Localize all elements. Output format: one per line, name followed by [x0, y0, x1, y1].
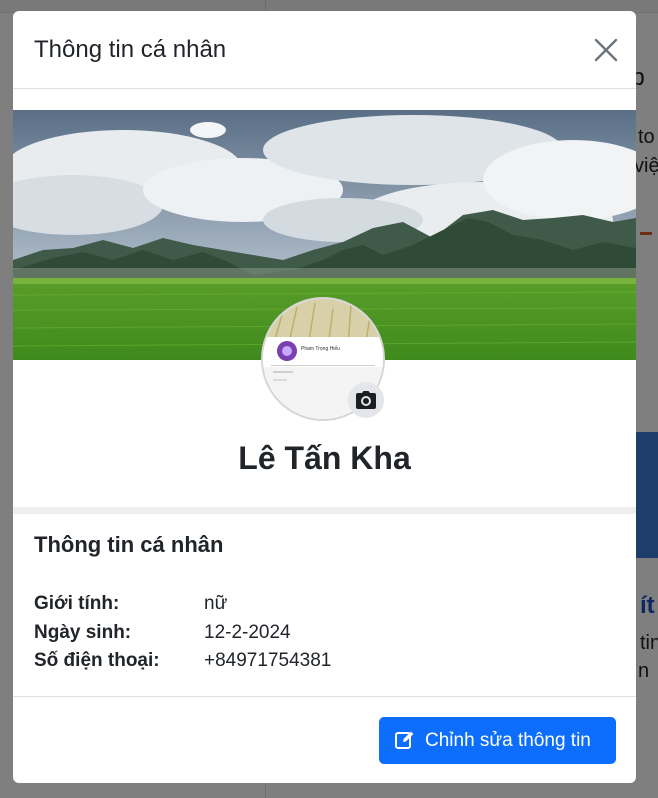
edit-profile-button[interactable]: Chỉnh sửa thông tin	[379, 717, 616, 764]
profile-name: Lê Tấn Kha	[238, 440, 411, 476]
section-divider	[13, 507, 636, 514]
edit-profile-label: Chỉnh sửa thông tin	[425, 730, 591, 751]
info-value: nữ	[204, 593, 228, 614]
info-label: Giới tính:	[34, 593, 120, 614]
avatar-caption: Pham Trọng Hiếu	[301, 346, 340, 352]
info-section-title: Thông tin cá nhân	[34, 532, 224, 557]
info-value: +84971754381	[204, 650, 332, 671]
change-avatar-button[interactable]	[348, 382, 384, 418]
close-icon	[594, 38, 618, 62]
modal-title: Thông tin cá nhân	[34, 36, 227, 63]
camera-icon	[356, 391, 376, 409]
modal-header: Thông tin cá nhân	[13, 11, 636, 89]
profile-modal: Thông tin cá nhân Pham Trọng Hiếu Lê Tấn…	[13, 11, 636, 783]
close-button[interactable]	[593, 37, 619, 63]
info-value: 12-2-2024	[204, 622, 291, 643]
edit-icon	[395, 731, 414, 749]
info-label: Số điện thoại:	[34, 650, 160, 671]
info-label: Ngày sinh:	[34, 622, 132, 643]
